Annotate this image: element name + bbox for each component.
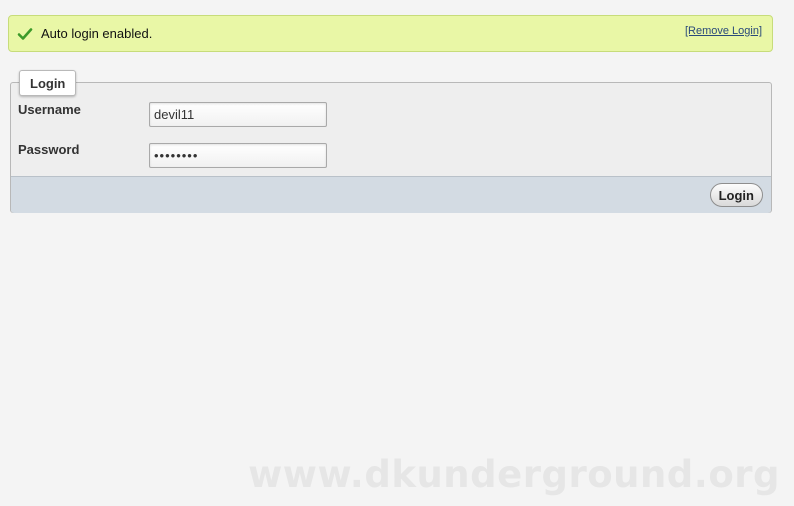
username-input[interactable] xyxy=(149,102,327,127)
password-input[interactable] xyxy=(149,143,327,168)
remove-login-link[interactable]: [Remove Login] xyxy=(685,25,762,37)
notice-message: Auto login enabled. xyxy=(41,26,153,41)
auto-login-notice: Auto login enabled. [Remove Login] xyxy=(8,15,773,52)
password-label: Password xyxy=(18,142,80,157)
login-legend: Login xyxy=(19,70,77,96)
check-icon xyxy=(17,26,33,42)
username-label: Username xyxy=(18,102,81,117)
login-button[interactable]: Login xyxy=(709,183,763,207)
page: Auto login enabled. [Remove Login] Login… xyxy=(0,0,794,506)
login-panel: Login Username Password Login xyxy=(10,70,772,213)
form-footer: Login xyxy=(11,176,771,213)
watermark: www.dkunderground.org xyxy=(248,453,780,496)
